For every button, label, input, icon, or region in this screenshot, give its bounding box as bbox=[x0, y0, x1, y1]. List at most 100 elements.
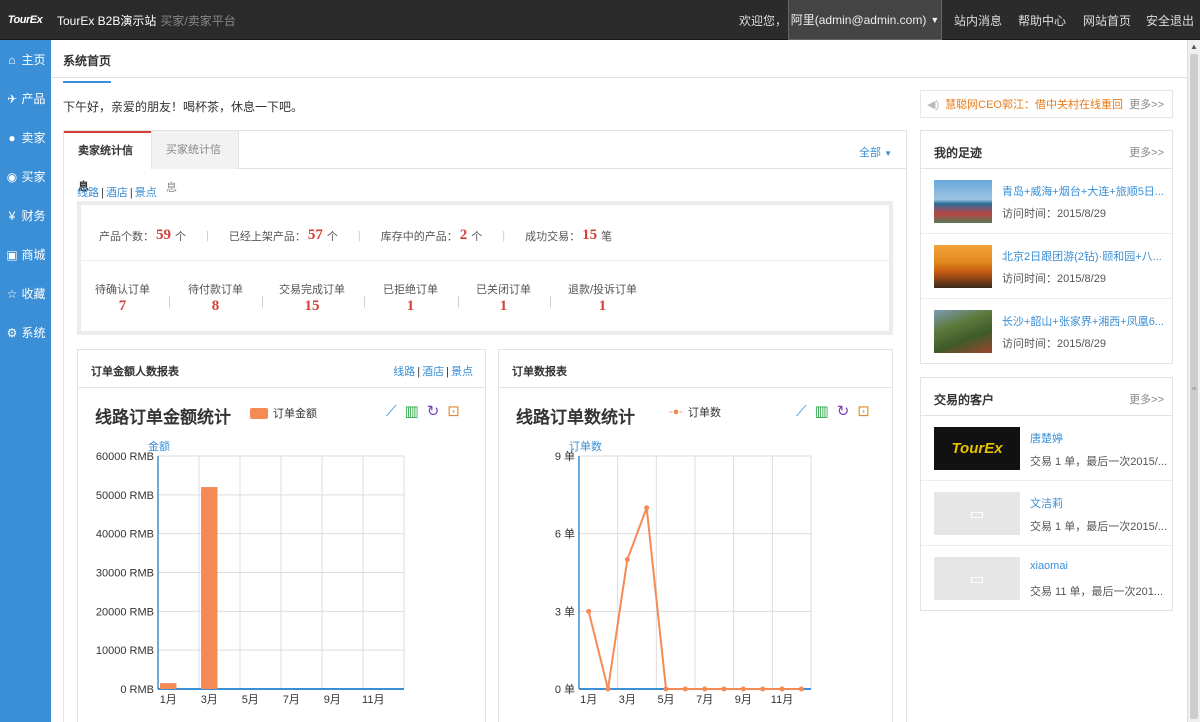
bar bbox=[201, 487, 218, 689]
sidebar-item-home[interactable]: ⌂ 主页 bbox=[0, 40, 51, 79]
sidebar-item-seller[interactable]: ● 卖家 bbox=[0, 118, 51, 157]
customer-item[interactable]: TourEx 唐楚婷 交易 1 单，最后一次2015/... bbox=[921, 416, 1172, 481]
footprint-title[interactable]: 青岛+威海+烟台+大连+旅顺5日... bbox=[1002, 183, 1164, 199]
star-icon: ☆ bbox=[6, 286, 18, 301]
footprints-panel: 我的足迹 更多>> 青岛+威海+烟台+大连+旅顺5日... 访问时间：2015/… bbox=[920, 130, 1173, 364]
thumbnail-image[interactable] bbox=[934, 310, 992, 353]
thumbnail-image[interactable] bbox=[934, 245, 992, 288]
order-stat-pending-payment[interactable]: 待付款订单 8 bbox=[188, 281, 243, 315]
order-stat-completed[interactable]: 交易完成订单 15 bbox=[279, 281, 345, 315]
save-image-icon[interactable]: ⊡ bbox=[857, 404, 870, 420]
stat-unit: 个 bbox=[471, 230, 483, 243]
customer-avatar-placeholder[interactable]: ▭ bbox=[934, 492, 1020, 535]
link-route[interactable]: 线路 bbox=[77, 187, 99, 199]
stat-value: 15 bbox=[304, 298, 320, 314]
link-attraction[interactable]: 景点 bbox=[451, 366, 473, 378]
page-title[interactable]: 系统首页 bbox=[63, 52, 112, 83]
chart-title: 线路订单数统计 bbox=[516, 408, 635, 427]
refresh-icon[interactable]: ↻ bbox=[427, 404, 440, 420]
divider: | bbox=[206, 229, 209, 242]
data-point bbox=[605, 686, 611, 692]
sidebar-item-buyer[interactable]: ◉ 买家 bbox=[0, 157, 51, 196]
divider bbox=[81, 260, 889, 261]
chart-legend[interactable]: -●- 订单数 bbox=[669, 404, 721, 420]
panel-header: 交易的客户 更多>> bbox=[921, 378, 1172, 416]
x-tick-label: 9月 bbox=[324, 694, 341, 706]
gear-icon: ⚙ bbox=[6, 325, 18, 340]
stat-label: 产品个数： bbox=[99, 230, 154, 243]
stat-value: 1 bbox=[598, 298, 607, 314]
customer-avatar[interactable]: TourEx bbox=[934, 427, 1020, 470]
logo[interactable]: TourEx bbox=[0, 0, 50, 40]
customer-name[interactable]: xiaomai bbox=[1030, 560, 1068, 572]
sidebar-item-label: 商城 bbox=[21, 248, 46, 262]
site-home-link[interactable]: 网站首页 bbox=[1083, 12, 1131, 29]
x-tick-label: 7月 bbox=[696, 694, 713, 706]
footprint-item[interactable]: 北京2日跟团游(2钻)·颐和园+八... 访问时间：2015/8/29 bbox=[921, 234, 1172, 299]
notice-bar: ◀) 慧聪网CEO郭江：借中关村在线重回... 更多>> bbox=[920, 90, 1173, 118]
sidebar-item-favorites[interactable]: ☆ 收藏 bbox=[0, 274, 51, 313]
tab-seller-stats[interactable]: 卖家统计信息 bbox=[64, 131, 151, 193]
scroll-thumb[interactable]: ≡ bbox=[1190, 54, 1198, 719]
chart-legend[interactable]: 订单金额 bbox=[250, 405, 317, 421]
link-hotel[interactable]: 酒店 bbox=[106, 187, 128, 199]
footprint-title[interactable]: 北京2日跟团游(2钻)·颐和园+八... bbox=[1002, 248, 1162, 264]
footprint-item[interactable]: 长沙+韶山+张家界+湘西+凤凰6... 访问时间：2015/8/29 bbox=[921, 299, 1172, 364]
data-point bbox=[760, 686, 766, 692]
customer-item[interactable]: ▭ 文洁莉 交易 1 单，最后一次2015/... bbox=[921, 481, 1172, 546]
chart-header: 订单数报表 bbox=[499, 350, 892, 388]
messages-link[interactable]: 站内消息 bbox=[954, 12, 1002, 29]
notice-link[interactable]: 慧聪网CEO郭江：借中关村在线重回... bbox=[945, 96, 1123, 112]
notice-more-link[interactable]: 更多>> bbox=[1129, 96, 1164, 112]
link-hotel[interactable]: 酒店 bbox=[422, 366, 444, 378]
customer-avatar-placeholder[interactable]: ▭ bbox=[934, 557, 1020, 600]
data-point bbox=[586, 608, 592, 614]
line-chart-icon[interactable]: ⟋ bbox=[386, 404, 397, 420]
legend-swatch bbox=[250, 407, 268, 419]
help-link[interactable]: 帮助中心 bbox=[1018, 12, 1066, 29]
bar-chart-icon[interactable]: ▥ bbox=[405, 404, 419, 420]
user-menu-button[interactable]: 阿里(admin@admin.com) ▼ bbox=[788, 0, 942, 40]
customer-item[interactable]: ▭ xiaomai 交易 11 单，最后一次201... bbox=[921, 546, 1172, 611]
sidebar-item-products[interactable]: ✈ 产品 bbox=[0, 79, 51, 118]
stat-value: 1 bbox=[406, 298, 415, 314]
more-link[interactable]: 更多>> bbox=[1129, 391, 1164, 407]
tab-buyer-stats[interactable]: 买家统计信息 bbox=[151, 131, 239, 194]
refresh-icon[interactable]: ↻ bbox=[837, 404, 850, 420]
x-tick-label: 5月 bbox=[242, 694, 259, 706]
customer-name[interactable]: 文洁莉 bbox=[1030, 495, 1063, 511]
logout-link[interactable]: 安全退出 bbox=[1146, 12, 1194, 29]
page-scrollbar[interactable]: ▲ ≡ bbox=[1187, 40, 1200, 722]
more-link[interactable]: 更多>> bbox=[1129, 144, 1164, 160]
site-title: TourEx B2B演示站 买家/卖家平台 bbox=[57, 12, 236, 29]
save-image-icon[interactable]: ⊡ bbox=[447, 404, 460, 420]
chart-panel-title: 订单金额人数报表 bbox=[91, 366, 179, 378]
customer-name[interactable]: 唐楚婷 bbox=[1030, 430, 1063, 446]
order-stat-rejected[interactable]: 已拒绝订单 1 bbox=[383, 281, 438, 315]
sidebar-item-system[interactable]: ⚙ 系统 bbox=[0, 313, 51, 352]
x-tick-label: 11月 bbox=[362, 694, 384, 706]
stat-label: 待付款订单 bbox=[188, 284, 243, 296]
sidebar-item-mall[interactable]: ▣ 商城 bbox=[0, 235, 51, 274]
order-stat-pending-confirm[interactable]: 待确认订单 7 bbox=[95, 281, 150, 315]
sidebar-item-label: 财务 bbox=[21, 209, 46, 223]
link-attraction[interactable]: 景点 bbox=[135, 187, 157, 199]
thumbnail-image[interactable] bbox=[934, 180, 992, 223]
stats-box: 产品个数： 59 个 | 已经上架产品： 57 个 | 库存中的产品： 2 个 | 成功交易… bbox=[77, 201, 893, 335]
divider: | bbox=[502, 229, 506, 242]
footprint-item[interactable]: 青岛+威海+烟台+大连+旅顺5日... 访问时间：2015/8/29 bbox=[921, 169, 1172, 234]
stat-unit: 个 bbox=[326, 230, 338, 243]
y-tick-label: 0 RMB bbox=[120, 684, 154, 696]
link-route[interactable]: 线路 bbox=[393, 366, 415, 378]
scroll-up-arrow-icon[interactable]: ▲ bbox=[1190, 42, 1198, 51]
line-chart-icon[interactable]: ⟋ bbox=[796, 404, 807, 420]
sidebar-item-finance[interactable]: ¥ 财务 bbox=[0, 196, 51, 235]
user-icon: ● bbox=[8, 130, 16, 145]
footprint-title[interactable]: 长沙+韶山+张家界+湘西+凤凰6... bbox=[1002, 313, 1164, 329]
sidebar-item-label: 主页 bbox=[21, 53, 46, 67]
filter-dropdown[interactable]: 全部 ▼ bbox=[859, 144, 892, 160]
bar-chart-icon[interactable]: ▥ bbox=[815, 404, 829, 420]
order-stat-closed[interactable]: 已关闭订单 1 bbox=[476, 281, 531, 315]
order-stat-refund[interactable]: 退款/投诉订单 1 bbox=[568, 281, 637, 315]
x-tick-label: 7月 bbox=[283, 694, 300, 706]
